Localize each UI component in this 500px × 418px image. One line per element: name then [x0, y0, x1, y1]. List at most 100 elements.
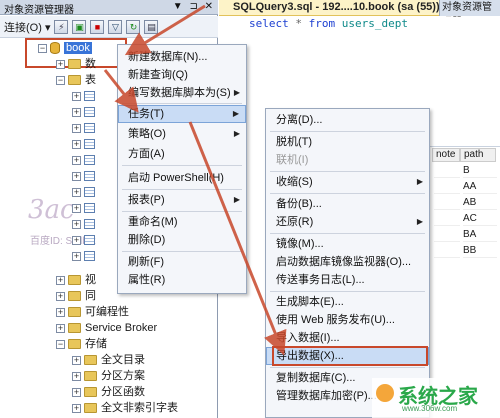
connect-button[interactable]: 连接(O) ▾: [4, 19, 50, 35]
expand-toggle-icon[interactable]: +: [72, 355, 81, 365]
panel-window-controls[interactable]: ▼ ⊐ ✕: [173, 1, 215, 12]
tasks-menu-item[interactable]: 分离(D)...: [266, 111, 429, 129]
context-menu-item-label: 删除(D): [128, 234, 166, 246]
tasks-menu-item-label: 分离(D)...: [276, 114, 323, 126]
tasks-menu-item[interactable]: 联机(I): [266, 151, 429, 169]
new-query-icon[interactable]: ▣: [72, 19, 87, 34]
result-cell[interactable]: [434, 180, 460, 194]
tree-node[interactable]: +: [72, 248, 99, 264]
expand-toggle-icon[interactable]: +: [56, 291, 65, 301]
context-menu-item[interactable]: 方面(A): [118, 145, 246, 163]
tasks-menu-item[interactable]: 使用 Web 服务发布(U)...: [266, 311, 429, 329]
tree-node[interactable]: +: [72, 104, 99, 120]
tasks-menu-item[interactable]: 启动数据库镜像监视器(O)...: [266, 253, 429, 271]
expand-toggle-icon[interactable]: +: [72, 371, 81, 381]
connect-icon[interactable]: ⚡: [54, 19, 69, 34]
expand-toggle-icon[interactable]: −: [56, 75, 65, 85]
object-explorer-side-tab[interactable]: 对象资源管理器: [439, 0, 500, 28]
context-menu-item[interactable]: 策略(O) ▶: [118, 125, 246, 143]
context-menu-item[interactable]: 启动 PowerShell(H): [118, 169, 246, 187]
tree-node[interactable]: + 分区方案: [72, 368, 145, 384]
context-menu-item[interactable]: 属性(R): [118, 271, 246, 289]
results-header-path[interactable]: path: [460, 148, 496, 162]
tree-node[interactable]: − 存储: [56, 336, 107, 352]
context-menu-item[interactable]: 重命名(M): [118, 213, 246, 231]
tasks-menu-item[interactable]: 收缩(S) ▶: [266, 173, 429, 191]
context-menu-item[interactable]: 刷新(F): [118, 253, 246, 271]
expand-toggle-icon[interactable]: +: [72, 203, 81, 213]
tasks-menu-item[interactable]: 传送事务日志(L)...: [266, 271, 429, 289]
tree-node[interactable]: +: [72, 216, 99, 232]
results-header-note[interactable]: note: [432, 148, 460, 162]
folder-icon: [84, 403, 97, 414]
tree-node[interactable]: + 可编程性: [56, 304, 129, 320]
disconnect-icon[interactable]: ■: [90, 19, 105, 34]
result-cell[interactable]: BB: [463, 244, 497, 258]
context-menu-item-label: 新建数据库(N)...: [128, 51, 208, 63]
result-cell[interactable]: BA: [463, 228, 497, 242]
tasks-menu-item[interactable]: 脱机(T): [266, 133, 429, 151]
expand-toggle-icon[interactable]: +: [72, 251, 81, 261]
result-cell[interactable]: [434, 196, 460, 210]
context-menu-item-label: 策略(O): [128, 128, 166, 140]
tree-node[interactable]: + 分区函数: [72, 384, 145, 400]
tree-node[interactable]: + 同: [56, 288, 96, 304]
context-menu-item[interactable]: 新建查询(Q): [118, 66, 246, 84]
submenu-arrow-icon: ▶: [416, 217, 423, 226]
expand-toggle-icon[interactable]: +: [56, 323, 65, 333]
refresh-icon[interactable]: ↻: [126, 19, 141, 34]
tree-node[interactable]: + Service Broker: [56, 320, 157, 336]
tasks-menu-item[interactable]: 生成脚本(E)...: [266, 293, 429, 311]
tasks-menu-item[interactable]: 镜像(M)...: [266, 235, 429, 253]
tree-node[interactable]: + 全文目录: [72, 352, 145, 368]
context-menu-item[interactable]: 新建数据库(N)...: [118, 48, 246, 66]
result-cell[interactable]: [434, 228, 460, 242]
expand-toggle-icon[interactable]: −: [56, 339, 65, 349]
tree-node[interactable]: + 数: [56, 56, 96, 72]
filter-icon[interactable]: ▽: [108, 19, 123, 34]
expand-toggle-icon[interactable]: +: [72, 235, 81, 245]
tree-node[interactable]: +: [72, 152, 99, 168]
expand-toggle-icon[interactable]: +: [72, 123, 81, 133]
result-cell[interactable]: [434, 244, 460, 258]
expand-toggle-icon[interactable]: +: [56, 307, 65, 317]
tree-node[interactable]: +: [72, 232, 99, 248]
tree-node[interactable]: +: [72, 184, 99, 200]
context-menu-item[interactable]: 编写数据库脚本为(S) ▶: [118, 84, 246, 102]
expand-toggle-icon[interactable]: +: [72, 403, 81, 413]
result-cell[interactable]: [434, 212, 460, 226]
tasks-menu-item-label: 复制数据库(C)...: [276, 372, 356, 384]
tree-node-label: 分区方案: [101, 370, 145, 382]
expand-toggle-icon[interactable]: +: [72, 187, 81, 197]
tree-node[interactable]: +: [72, 88, 99, 104]
context-menu-item[interactable]: 删除(D): [118, 231, 246, 249]
result-cell[interactable]: B: [463, 164, 497, 178]
tree-node[interactable]: + 视: [56, 272, 96, 288]
tasks-menu-item[interactable]: 导入数据(I)...: [266, 329, 429, 347]
tree-node[interactable]: +: [72, 120, 99, 136]
expand-toggle-icon[interactable]: +: [72, 139, 81, 149]
tree-node[interactable]: − 表: [56, 72, 96, 88]
expand-toggle-icon[interactable]: +: [72, 91, 81, 101]
result-cell[interactable]: AC: [463, 212, 497, 226]
tree-node[interactable]: +: [72, 168, 99, 184]
expand-toggle-icon[interactable]: +: [72, 155, 81, 165]
expand-toggle-icon[interactable]: +: [72, 219, 81, 229]
result-cell[interactable]: AA: [463, 180, 497, 194]
expand-toggle-icon[interactable]: +: [56, 59, 65, 69]
tree-node[interactable]: +: [72, 136, 99, 152]
tree-node[interactable]: + 全文非索引字表: [72, 400, 178, 416]
expand-toggle-icon[interactable]: +: [72, 107, 81, 117]
context-menu-item[interactable]: 报表(P) ▶: [118, 191, 246, 209]
tree-node-label: 分区函数: [101, 386, 145, 398]
result-cell[interactable]: [434, 164, 460, 178]
expand-toggle-icon[interactable]: +: [72, 171, 81, 181]
tree-node[interactable]: +: [72, 200, 99, 216]
collapse-icon[interactable]: ▤: [144, 19, 159, 34]
expand-toggle-icon[interactable]: +: [56, 275, 65, 285]
result-cell[interactable]: AB: [463, 196, 497, 210]
context-menu-item[interactable]: 任务(T) ▶: [118, 105, 246, 123]
expand-toggle-icon[interactable]: +: [72, 387, 81, 397]
tasks-menu-item[interactable]: 还原(R) ▶: [266, 213, 429, 231]
tasks-menu-item[interactable]: 备份(B)...: [266, 195, 429, 213]
